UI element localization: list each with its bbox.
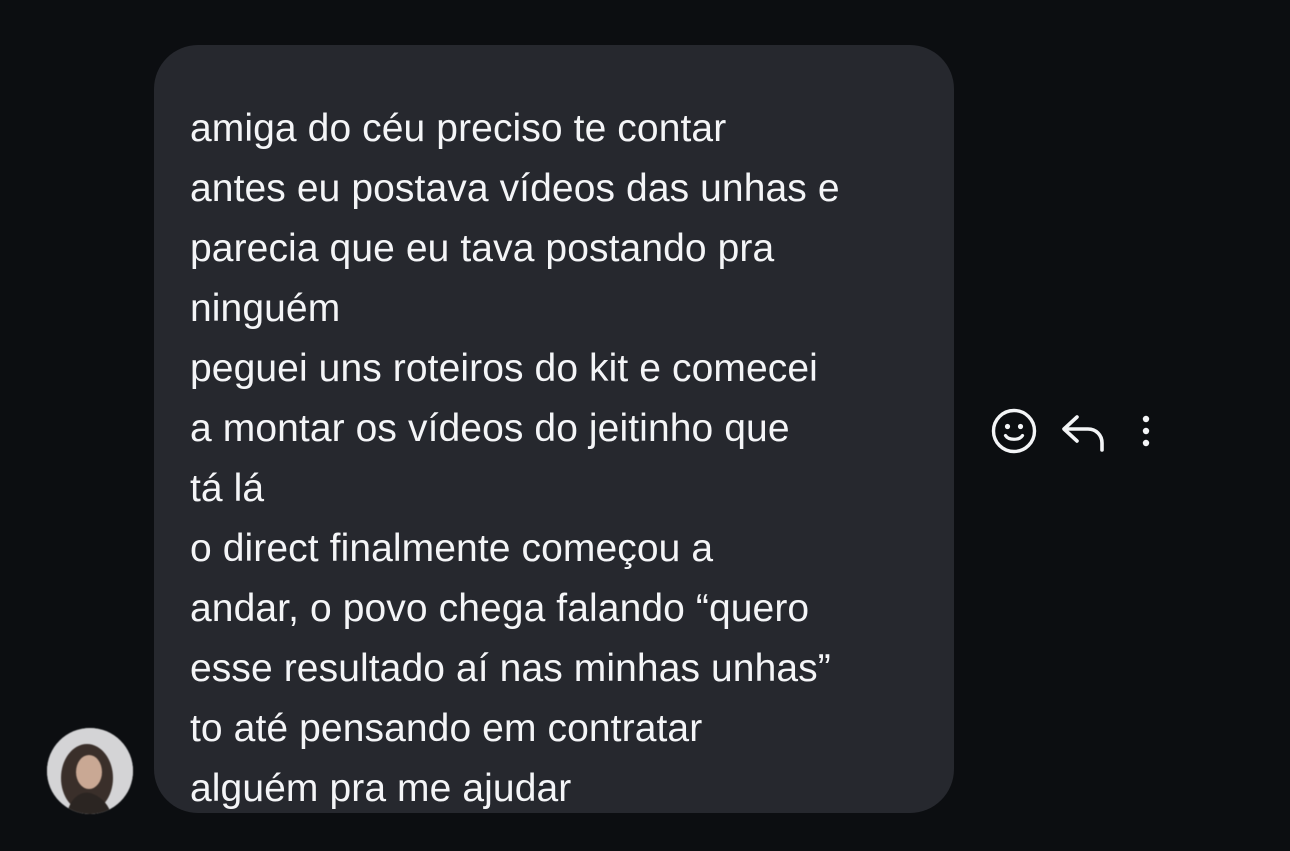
message-line: andar, o povo chega falando “quero: [190, 587, 810, 630]
message-actions: [984, 403, 1166, 459]
reply-button[interactable]: [1048, 403, 1118, 459]
react-button[interactable]: [984, 403, 1044, 459]
message-line: to até pensando em contratar: [190, 707, 703, 750]
message-line: esse resultado aí nas minhas unhas”: [190, 647, 831, 690]
avatar[interactable]: [47, 728, 133, 814]
message-bubble[interactable]: amiga do céu preciso te contar antes eu …: [154, 45, 954, 813]
avatar-photo: [47, 728, 133, 814]
message-line: a montar os vídeos do jeitinho que: [190, 407, 790, 450]
reply-arrow-icon: [1062, 415, 1104, 452]
more-vertical-icon: [1142, 415, 1150, 447]
smiley-icon: [991, 408, 1037, 454]
more-options-button[interactable]: [1126, 403, 1166, 459]
message-line: o direct finalmente começou a: [190, 527, 714, 570]
message-line: peguei uns roteiros do kit e comecei: [190, 347, 818, 390]
message-line: parecia que eu tava postando pra: [190, 227, 775, 270]
message-line: ninguém: [190, 287, 341, 330]
message-line: alguém pra me ajudar: [190, 767, 572, 810]
message-row: amiga do céu preciso te contar antes eu …: [0, 0, 1290, 851]
message-line: tá lá: [190, 467, 265, 510]
message-line: antes eu postava vídeos das unhas e: [190, 167, 840, 210]
message-line: amiga do céu preciso te contar: [190, 107, 727, 150]
